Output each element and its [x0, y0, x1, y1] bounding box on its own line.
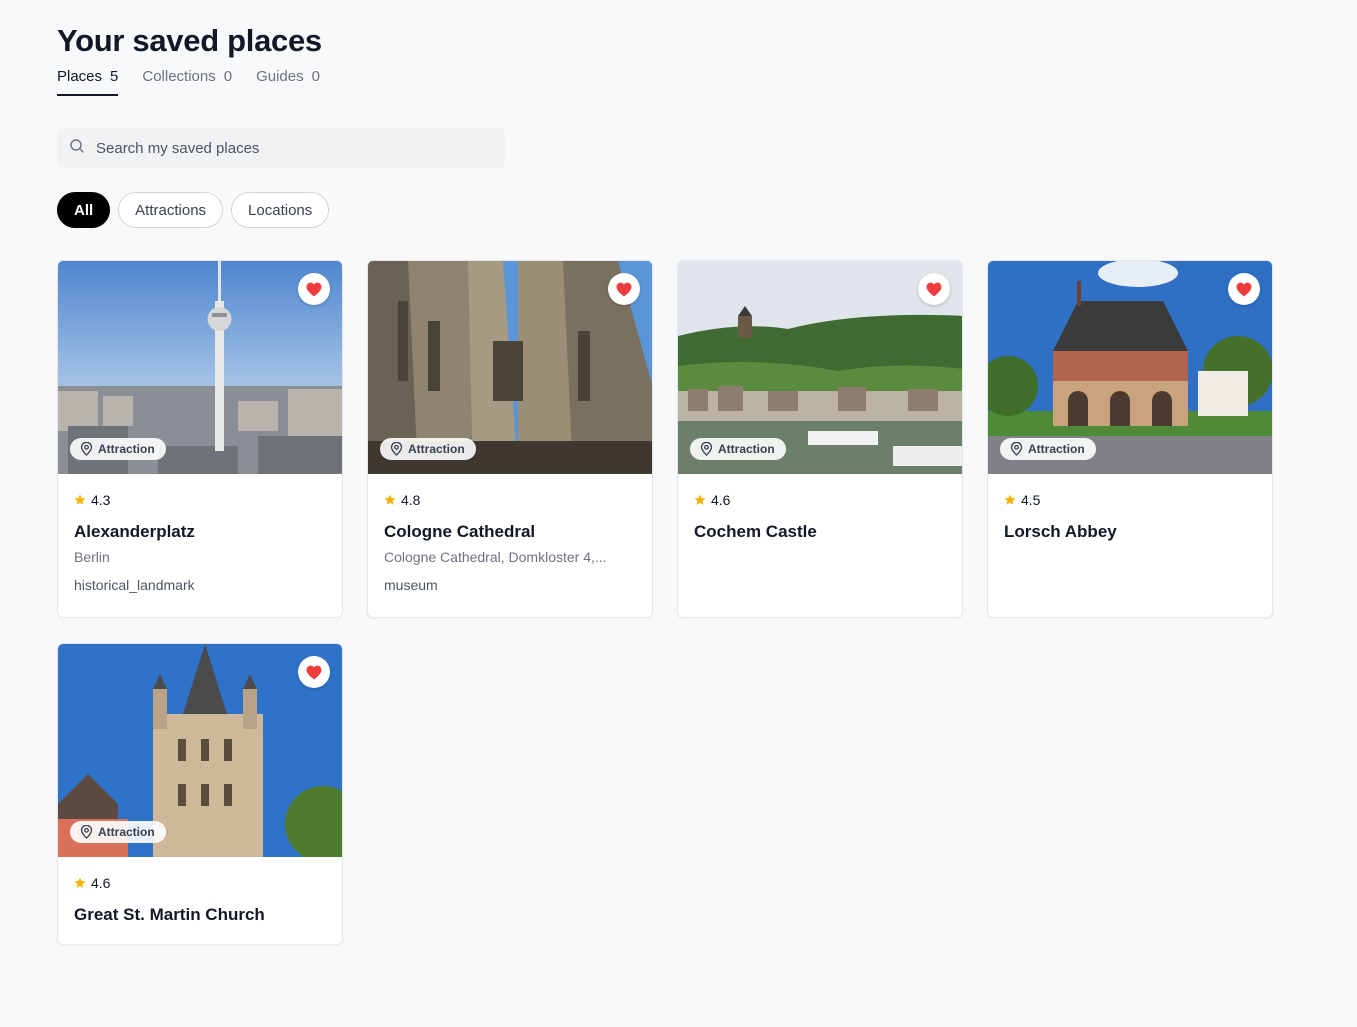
star-icon: [384, 494, 396, 505]
place-name: Lorsch Abbey: [1004, 522, 1117, 541]
category-badge: Attraction: [690, 438, 786, 460]
tab-bar: Places 5 Collections 0 Guides 0: [57, 68, 1287, 96]
rating-value: 4.6: [91, 875, 111, 891]
category-badge: Attraction: [380, 438, 476, 460]
favorite-heart-button[interactable]: [298, 656, 330, 688]
star-icon: [694, 494, 706, 505]
rating: 4.6: [74, 875, 326, 891]
tab-guides-count: 0: [311, 68, 320, 85]
map-pin-icon: [80, 442, 93, 456]
category-badge-label: Attraction: [1028, 442, 1085, 456]
place-card[interactable]: Attraction 4.6 Cochem Castle: [677, 260, 963, 618]
place-address: Cologne Cathedral, Domkloster 4,...: [384, 549, 607, 565]
filter-attractions-chip[interactable]: Attractions: [118, 192, 224, 228]
rating: 4.3: [74, 492, 326, 508]
favorite-heart-button[interactable]: [298, 273, 330, 305]
heart-icon: [306, 665, 322, 679]
place-photo: Attraction: [58, 644, 342, 857]
star-icon: [1004, 494, 1016, 505]
heart-icon: [616, 282, 632, 296]
map-pin-icon: [1010, 442, 1023, 456]
tab-collections[interactable]: Collections 0: [142, 68, 232, 96]
tab-guides-label: Guides: [256, 68, 304, 85]
star-icon: [74, 494, 86, 505]
tab-collections-count: 0: [223, 68, 233, 85]
place-photo: Attraction: [368, 261, 652, 474]
category-badge: Attraction: [70, 821, 166, 843]
category-badge: Attraction: [70, 438, 166, 460]
heart-icon: [1236, 282, 1252, 296]
search-icon: [69, 138, 85, 159]
map-pin-icon: [700, 442, 713, 456]
rating-value: 4.3: [91, 492, 111, 508]
filter-chips: All Attractions Locations: [57, 192, 1287, 228]
star-icon: [74, 877, 86, 888]
tab-places-label: Places: [57, 68, 103, 85]
place-name: Alexanderplatz: [74, 522, 195, 541]
place-photo: Attraction: [988, 261, 1272, 474]
place-name: Great St. Martin Church: [74, 905, 265, 924]
favorite-heart-button[interactable]: [918, 273, 950, 305]
favorite-heart-button[interactable]: [608, 273, 640, 305]
place-name: Cochem Castle: [694, 522, 817, 541]
rating: 4.5: [1004, 492, 1256, 508]
tab-collections-label: Collections: [142, 68, 216, 85]
rating-value: 4.5: [1021, 492, 1041, 508]
category-badge-label: Attraction: [98, 825, 155, 839]
search-input[interactable]: [96, 139, 476, 157]
tab-guides[interactable]: Guides 0: [256, 68, 320, 96]
map-pin-icon: [80, 825, 93, 839]
tab-places-count: 5: [110, 68, 119, 85]
place-card[interactable]: Attraction 4.8 Cologne Cathedral Cologne…: [367, 260, 653, 618]
place-address: Berlin: [74, 549, 110, 565]
place-photo: Attraction: [58, 261, 342, 474]
category-badge-label: Attraction: [408, 442, 465, 456]
category-badge-label: Attraction: [98, 442, 155, 456]
place-name: Cologne Cathedral: [384, 522, 536, 541]
page-title: Your saved places: [57, 23, 322, 58]
place-type: museum: [384, 577, 438, 593]
filter-all-chip[interactable]: All: [57, 192, 111, 228]
place-card[interactable]: Attraction 4.3 Alexanderplatz Berlin his…: [57, 260, 343, 618]
rating: 4.8: [384, 492, 636, 508]
category-badge-label: Attraction: [718, 442, 775, 456]
rating-value: 4.6: [711, 492, 731, 508]
heart-icon: [926, 282, 942, 296]
saved-places-page: Your saved places Places 5 Collections 0…: [57, 22, 1287, 945]
rating-value: 4.8: [401, 492, 421, 508]
tab-places[interactable]: Places 5: [57, 68, 119, 96]
place-type: historical_landmark: [74, 577, 195, 593]
rating: 4.6: [694, 492, 946, 508]
filter-locations-chip[interactable]: Locations: [231, 192, 330, 228]
category-badge: Attraction: [1000, 438, 1096, 460]
search-box[interactable]: [57, 128, 505, 168]
place-card[interactable]: Attraction 4.5 Lorsch Abbey: [987, 260, 1273, 618]
heart-icon: [306, 282, 322, 296]
favorite-heart-button[interactable]: [1228, 273, 1260, 305]
place-card[interactable]: Attraction 4.6 Great St. Martin Church: [57, 643, 343, 945]
place-photo: Attraction: [678, 261, 962, 474]
map-pin-icon: [390, 442, 403, 456]
